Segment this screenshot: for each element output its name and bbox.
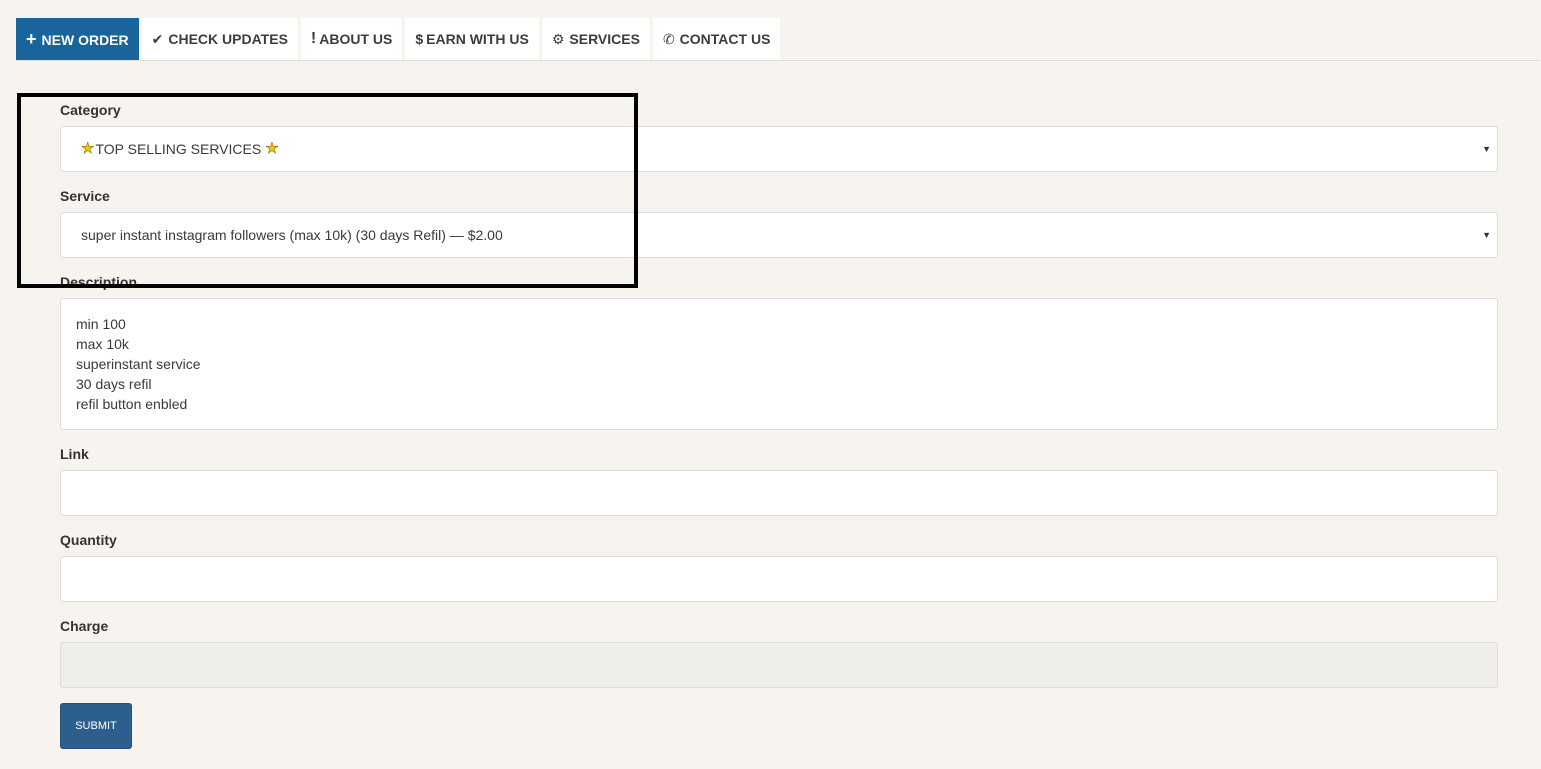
charge-field-wrapper: [60, 642, 1498, 688]
description-line: superinstant service: [76, 356, 201, 372]
gear-icon: ⚙: [551, 30, 565, 47]
tab-label: CHECK UPDATES: [168, 31, 288, 47]
service-select[interactable]: super instant instagram followers (max 1…: [60, 212, 1498, 258]
phone-icon: ✆: [662, 30, 675, 47]
description-line: max 10k: [76, 336, 129, 352]
link-field-wrapper: [60, 470, 1498, 516]
tab-about-us[interactable]: ! ABOUT US: [300, 18, 403, 60]
service-selected-text: super instant instagram followers (max 1…: [81, 227, 503, 243]
submit-button[interactable]: SUBMIT: [60, 703, 132, 749]
highlight-box: [17, 93, 638, 288]
category-select[interactable]: ★ TOP SELLING SERVICES ★ ▼: [60, 126, 1498, 172]
description-label: Description: [60, 274, 138, 290]
tab-new-order[interactable]: + NEW ORDER: [16, 18, 139, 61]
quantity-label: Quantity: [60, 532, 117, 548]
tab-label: EARN WITH US: [426, 31, 529, 47]
tab-earn-with-us[interactable]: $ EARN WITH US: [405, 18, 539, 60]
tab-label: ABOUT US: [319, 31, 393, 47]
tab-label: SERVICES: [569, 31, 640, 47]
link-input[interactable]: [61, 471, 1497, 515]
chevron-down-icon: ▼: [1482, 144, 1491, 154]
description-box: min 100 max 10k superinstant service 30 …: [60, 298, 1498, 430]
description-line: 30 days refil: [76, 376, 152, 392]
star-icon: ★: [81, 140, 95, 158]
nav-tabs: + NEW ORDER ✔ CHECK UPDATES ! ABOUT US $…: [16, 18, 781, 61]
plus-icon: +: [26, 29, 37, 49]
quantity-input[interactable]: [61, 557, 1497, 601]
nav-divider: [16, 60, 1540, 61]
description-line: refil button enbled: [76, 396, 188, 412]
check-icon: ✔: [151, 30, 164, 47]
service-label: Service: [60, 188, 110, 204]
category-selected-text: TOP SELLING SERVICES: [95, 141, 262, 157]
dollar-icon: $: [415, 31, 424, 47]
star-icon: ★: [265, 140, 279, 158]
chevron-down-icon: ▼: [1482, 230, 1491, 240]
tab-services[interactable]: ⚙ SERVICES: [541, 18, 650, 60]
quantity-field-wrapper: [60, 556, 1498, 602]
category-label: Category: [60, 102, 121, 118]
tab-check-updates[interactable]: ✔ CHECK UPDATES: [141, 18, 298, 60]
tab-label: CONTACT US: [679, 31, 771, 47]
link-label: Link: [60, 446, 89, 462]
category-select-value: ★ TOP SELLING SERVICES ★: [81, 127, 279, 171]
tab-label: NEW ORDER: [41, 31, 129, 48]
exclamation-icon: !: [310, 30, 317, 47]
charge-label: Charge: [60, 618, 109, 634]
description-line: min 100: [76, 316, 126, 332]
charge-input: [61, 643, 1497, 687]
tab-contact-us[interactable]: ✆ CONTACT US: [652, 18, 781, 60]
